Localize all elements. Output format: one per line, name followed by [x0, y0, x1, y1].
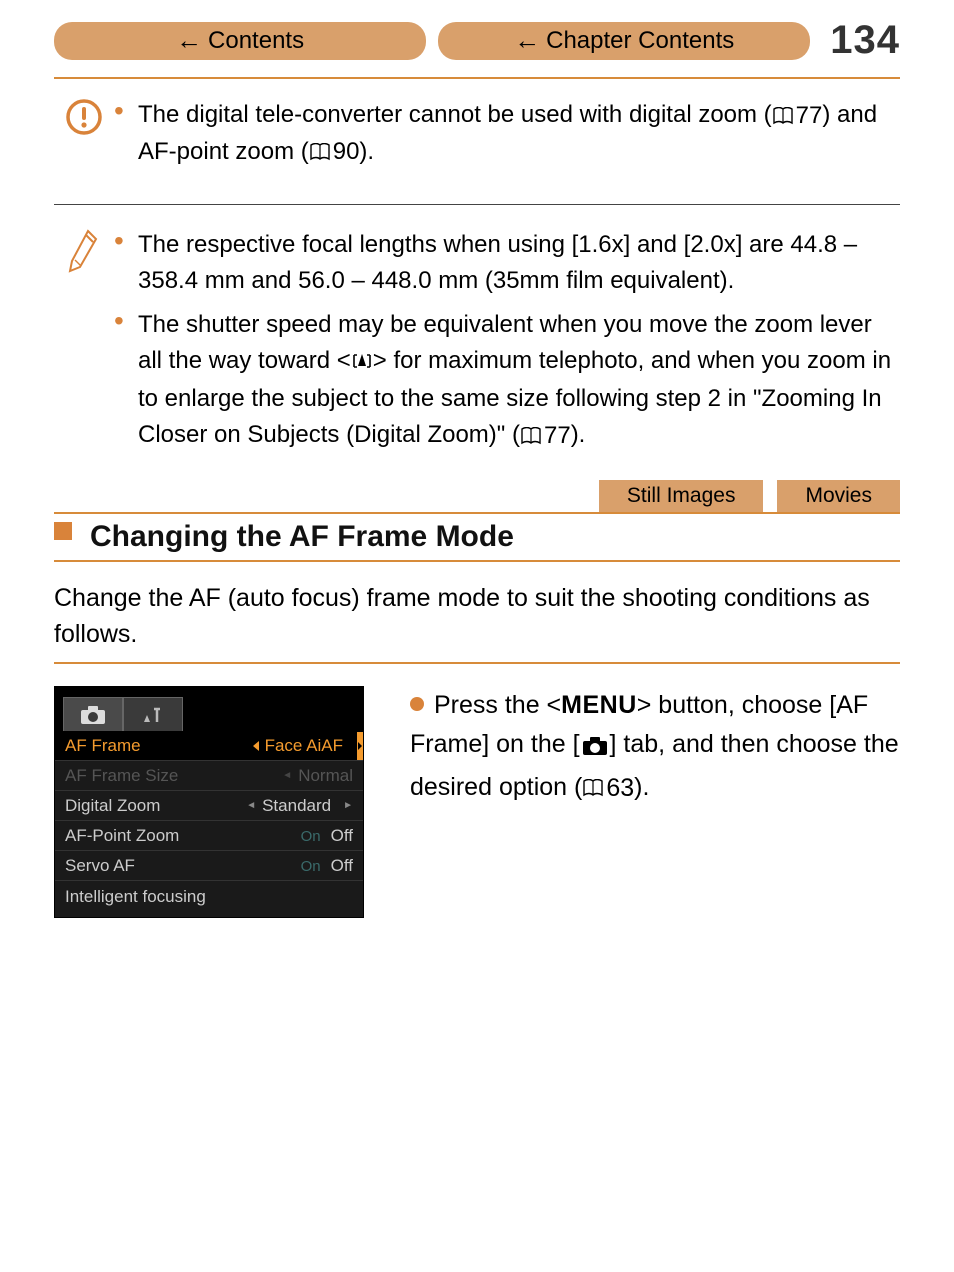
camera-icon: [582, 729, 608, 768]
chapter-contents-button[interactable]: ← Chapter Contents: [438, 22, 810, 60]
instruction-text: Press the <MENU> button, choose [AF Fram…: [410, 686, 900, 807]
top-bar: ← Contents ← Chapter Contents 134: [54, 18, 900, 63]
contents-label: Contents: [208, 27, 304, 55]
menu-tabs: [55, 687, 363, 731]
back-arrow-icon: ←: [176, 25, 202, 56]
menu-label: Servo AF: [65, 856, 135, 876]
chapter-contents-label: Chapter Contents: [546, 27, 734, 55]
section-title: Changing the AF Frame Mode: [90, 520, 900, 554]
divider: [54, 662, 900, 664]
bullet-icon: [410, 697, 424, 711]
book-icon: [772, 107, 794, 125]
menu-value: Off: [331, 856, 353, 875]
info-text-1: The respective focal lengths when using …: [114, 227, 900, 299]
camera-menu-screenshot: AF Frame Face AiAF AF Frame Size ◄Normal…: [54, 686, 364, 918]
menu-label: AF-Point Zoom: [65, 826, 179, 846]
divider: [54, 77, 900, 79]
menu-label: AF Frame: [65, 736, 141, 756]
pencil-icon: [66, 227, 102, 273]
menu-row-digital-zoom: Digital Zoom ◄Standard►: [55, 791, 363, 821]
section-heading: Changing the AF Frame Mode: [54, 512, 900, 562]
page-ref-link[interactable]: 90: [309, 134, 360, 170]
page-ref-link[interactable]: 77: [520, 418, 571, 454]
info-note: The respective focal lengths when using …: [54, 223, 900, 480]
menu-row-af-frame: AF Frame Face AiAF: [55, 731, 363, 761]
tools-tab: [123, 697, 183, 731]
intro-text: Change the AF (auto focus) frame mode to…: [54, 580, 900, 653]
mode-tags: Still Images Movies: [54, 480, 900, 512]
divider: [54, 204, 900, 205]
menu-row-servo-af: Servo AF OnOff: [55, 851, 363, 881]
warning-text: The digital tele-converter cannot be use…: [114, 97, 900, 170]
menu-row-af-point-zoom: AF-Point Zoom OnOff: [55, 821, 363, 851]
section-marker-icon: [54, 522, 72, 540]
camera-tab: [63, 697, 123, 731]
triangle-right-icon: [357, 732, 363, 760]
book-icon: [520, 427, 542, 445]
book-icon: [309, 143, 331, 161]
menu-value: Normal: [298, 766, 353, 786]
book-icon: [582, 779, 604, 797]
warning-note: The digital tele-converter cannot be use…: [54, 93, 900, 196]
menu-row-af-frame-size: AF Frame Size ◄Normal: [55, 761, 363, 791]
tag-still-images: Still Images: [599, 480, 764, 512]
triangle-left-icon: [253, 741, 259, 751]
tag-movies: Movies: [777, 480, 900, 512]
menu-footer: Intelligent focusing: [55, 881, 363, 917]
info-text-2: The shutter speed may be equivalent when…: [114, 307, 900, 454]
camera-icon: [80, 705, 106, 725]
exclamation-icon: [64, 97, 104, 137]
tools-icon: [141, 705, 165, 725]
menu-label: AF Frame Size: [65, 766, 178, 786]
page-ref-link[interactable]: 63: [582, 769, 634, 808]
telephoto-icon: [351, 345, 373, 381]
back-arrow-icon: ←: [514, 25, 540, 56]
contents-button[interactable]: ← Contents: [54, 22, 426, 60]
page-ref-link[interactable]: 77: [772, 98, 823, 134]
menu-value: Face AiAF: [265, 736, 343, 756]
menu-value: Off: [331, 826, 353, 845]
content-row: AF Frame Face AiAF AF Frame Size ◄Normal…: [54, 686, 900, 918]
menu-button-label: MENU: [561, 691, 637, 719]
menu-value: Standard: [262, 796, 331, 816]
page-number: 134: [830, 18, 900, 63]
menu-label: Digital Zoom: [65, 796, 160, 816]
